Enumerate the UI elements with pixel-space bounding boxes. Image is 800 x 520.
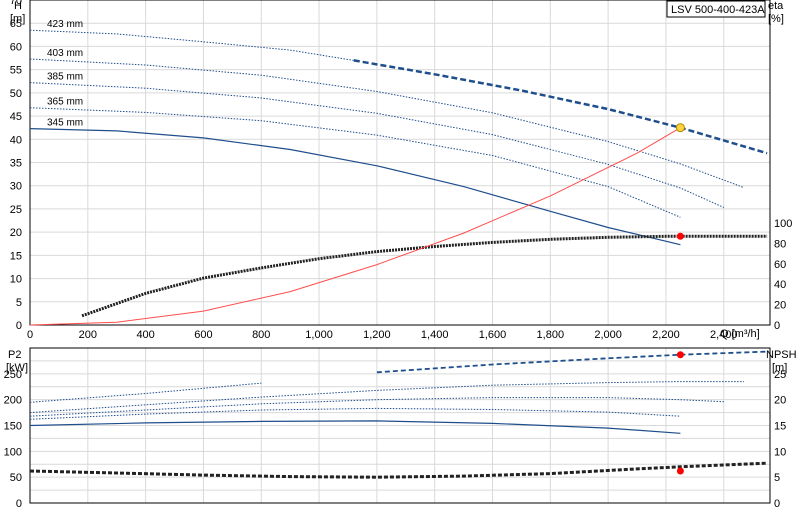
y-left-top-tick: 35 — [10, 158, 22, 170]
power-curve-365-mm — [29, 407, 681, 420]
head-curve-label: 385 mm — [47, 72, 83, 83]
x-axis-tick: 1,200 — [363, 329, 391, 341]
y-right-bottom-tick: 5 — [774, 472, 780, 484]
y-right-bottom-label: NPSH — [766, 349, 797, 361]
y-right-top-tick: 100 — [774, 218, 792, 230]
y-left-bottom-label: P2 — [8, 349, 21, 361]
y-left-top-tick: 15 — [10, 250, 22, 262]
y-left-top-tick: 60 — [10, 41, 22, 53]
x-axis-tick: 1,000 — [305, 329, 333, 341]
x-axis-label: Q [m³/h] — [720, 328, 760, 340]
y-left-top-unit: [m] — [10, 13, 25, 25]
y-left-top-label: H — [14, 0, 22, 12]
y-right-top-tick: 60 — [774, 259, 786, 271]
x-axis-tick: 0 — [27, 329, 33, 341]
y-right-bottom-tick: 15 — [774, 421, 786, 433]
y-left-bottom-tick: 100 — [4, 446, 22, 458]
y-right-bottom-tick: 10 — [774, 446, 786, 458]
efficiency-curve — [81, 234, 768, 318]
y-left-bottom-tick: 50 — [10, 472, 22, 484]
head-curve-label: 365 mm — [47, 97, 83, 108]
top-grid — [29, 0, 770, 325]
bottom-grid — [29, 347, 770, 503]
y-left-bottom-tick: 150 — [4, 421, 22, 433]
y-left-bottom-tick: 0 — [16, 498, 22, 510]
y-right-top-tick: 80 — [774, 238, 786, 250]
y-right-top-tick: 0 — [774, 320, 780, 332]
x-axis-tick: 400 — [136, 329, 154, 341]
x-axis-tick: 2,200 — [652, 329, 680, 341]
npsh-point — [676, 467, 684, 475]
model-label: LSV 500-400-423A — [671, 4, 765, 16]
y-left-bottom-unit: [kW] — [6, 362, 28, 374]
power-point — [676, 351, 684, 359]
x-axis-tick: 1,600 — [479, 329, 507, 341]
x-axis-tick: 600 — [194, 329, 212, 341]
head-curve-label: 403 mm — [47, 48, 83, 59]
y-right-bottom-unit: [m] — [772, 362, 787, 374]
head-curve-label: 423 mm — [47, 19, 83, 30]
y-left-top-tick: 10 — [10, 274, 22, 286]
x-axis-tick: 1,400 — [421, 329, 449, 341]
y-left-top-tick: 25 — [10, 204, 22, 216]
pump-curve-svg: 423 mm 403 mm 385 mm 365 mm 345 mm 0 5 10 15 20 2… — [4, 0, 797, 510]
power-curve-345-mm — [29, 420, 681, 434]
y-left-top-tick: 20 — [10, 227, 22, 239]
duty-point — [675, 123, 685, 133]
y-right-bottom-tick: 20 — [774, 395, 786, 407]
x-axis-tick: 1,800 — [537, 329, 565, 341]
power-curve-423-mm-bold — [376, 350, 768, 374]
x-axis-tick: 200 — [79, 329, 97, 341]
y-left-bottom-tick: 200 — [4, 395, 22, 407]
y-left-top-tick: 50 — [10, 88, 22, 100]
head-curve-label: 345 mm — [47, 118, 83, 129]
npsh-curve — [29, 461, 768, 479]
efficiency-point — [676, 232, 684, 240]
y-right-top-tick: 40 — [774, 279, 786, 291]
bottom-ticks: 0501001502002500510152025 — [4, 369, 787, 510]
y-left-top-tick: 45 — [10, 111, 22, 123]
y-right-top-unit: [%] — [768, 13, 784, 25]
y-left-top-tick: 5 — [16, 297, 22, 309]
top-curves: 423 mm 403 mm 385 mm 365 mm 345 mm — [29, 19, 768, 326]
y-right-top-label: eta — [768, 0, 784, 12]
y-left-top-tick: 55 — [10, 65, 22, 77]
system-curve — [29, 127, 681, 326]
y-left-top-tick: 0 — [16, 320, 22, 332]
y-left-top-tick: 30 — [10, 181, 22, 193]
y-left-top-tick: 40 — [10, 134, 22, 146]
x-axis-tick: 2,000 — [594, 329, 622, 341]
pump-curve-chart: 423 mm 403 mm 385 mm 365 mm 345 mm 0 5 10 15 20 2… — [0, 0, 800, 520]
y-right-top-tick: 20 — [774, 300, 786, 312]
x-axis-tick: 800 — [252, 329, 270, 341]
bottom-curves — [29, 350, 768, 479]
y-right-bottom-tick: 0 — [774, 498, 780, 510]
top-ticks: 0510152025303540455055606570020406080100… — [10, 0, 793, 341]
head-curve-345-mm — [29, 128, 681, 246]
